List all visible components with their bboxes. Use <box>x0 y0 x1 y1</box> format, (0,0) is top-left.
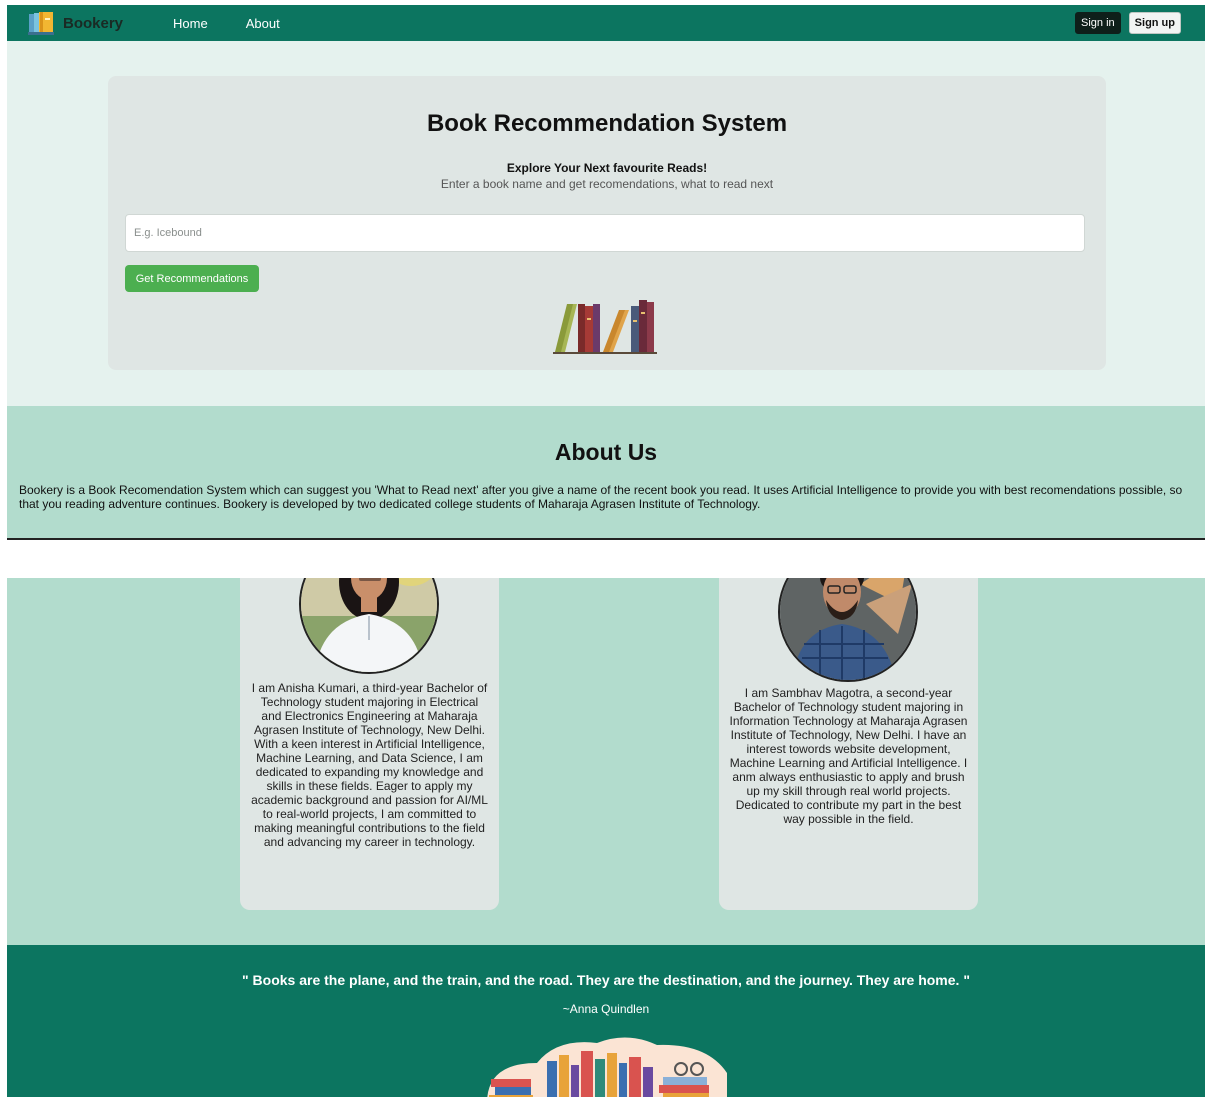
team-member-bio: I am Anisha Kumari, a third-year Bachelo… <box>251 681 488 849</box>
footer-quote: " Books are the plane, and the train, an… <box>242 972 970 988</box>
footer-books-illustration <box>487 1037 727 1097</box>
quote-author: ~Anna Quindlen <box>562 1002 650 1016</box>
about-section: About Us Bookery is a Book Recomendation… <box>7 406 1205 540</box>
avatar <box>299 578 439 674</box>
book-search-input[interactable] <box>125 214 1085 252</box>
search-card: Book Recommendation System Explore Your … <box>108 76 1106 370</box>
page-title: Book Recommendation System <box>426 110 788 137</box>
nav-link-home[interactable]: Home <box>173 16 208 31</box>
avatar <box>778 578 918 682</box>
sign-up-button[interactable]: Sign up <box>1128 12 1181 34</box>
hero-subtitle: Explore Your Next favourite Reads! <box>506 161 708 175</box>
brand-name: Bookery <box>63 14 124 32</box>
book-logo-icon <box>28 12 54 35</box>
about-title: About Us <box>554 439 658 465</box>
nav-link-about[interactable]: About <box>246 16 280 31</box>
hero-description: Enter a book name and get recomendations… <box>440 177 774 191</box>
get-recommendations-button[interactable]: Get Recommendations <box>125 265 259 292</box>
team-member-card: I am Sambhav Magotra, a second-year Bach… <box>719 578 978 910</box>
auth-buttons: Sign in Sign up <box>1075 12 1181 34</box>
navbar: Bookery Home About Sign in Sign up <box>7 5 1205 41</box>
hero-section: Book Recommendation System Explore Your … <box>7 41 1205 406</box>
books-illustration <box>553 300 657 354</box>
team-member-bio: I am Sambhav Magotra, a second-year Bach… <box>729 686 968 826</box>
brand[interactable]: Bookery <box>27 10 123 36</box>
footer: " Books are the plane, and the train, an… <box>7 945 1205 1097</box>
sign-in-button[interactable]: Sign in <box>1075 12 1121 34</box>
about-text: Bookery is a Book Recomendation System w… <box>19 483 1183 511</box>
team-section: I am Anisha Kumari, a third-year Bachelo… <box>7 578 1205 945</box>
team-member-card: I am Anisha Kumari, a third-year Bachelo… <box>240 578 499 910</box>
